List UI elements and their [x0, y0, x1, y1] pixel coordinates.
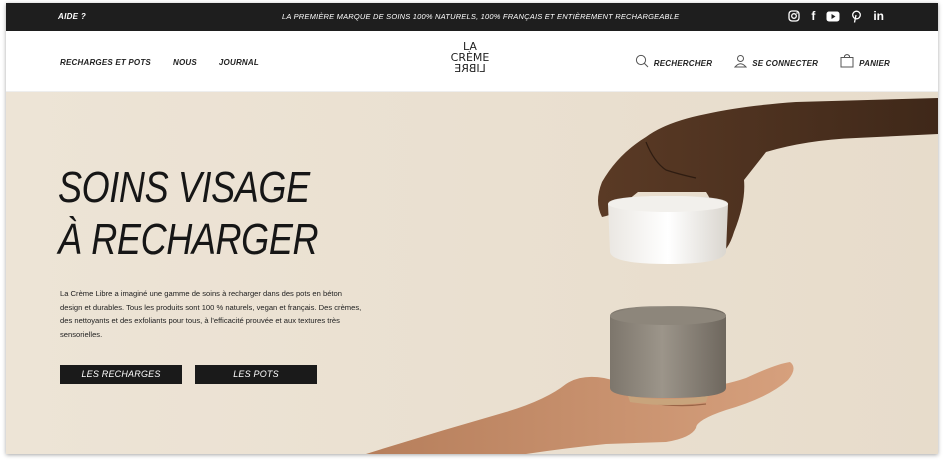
hero-title-line-1: SOINS VISAGE	[58, 163, 310, 212]
nav-journal[interactable]: JOURNAL	[219, 58, 259, 67]
nav-left: RECHARGES ET POTS NOUS JOURNAL	[60, 58, 259, 67]
instagram-icon[interactable]	[788, 8, 800, 24]
hero-title-line-2: À RECHARGER	[58, 215, 319, 264]
search-icon	[635, 54, 649, 73]
nav-recharges-et-pots[interactable]: RECHARGES ET POTS	[60, 58, 151, 67]
cart-label: PANIER	[859, 58, 890, 68]
hero-title: SOINS VISAGE À RECHARGER	[58, 162, 319, 266]
search-link[interactable]: RECHERCHER	[635, 54, 712, 73]
pots-button[interactable]: LES POTS	[195, 365, 317, 384]
announcement-bar: AIDE ? LA PREMIÈRE MARQUE DE SOINS 100% …	[6, 3, 938, 31]
help-link[interactable]: AIDE ?	[58, 12, 86, 21]
pinterest-icon[interactable]	[851, 8, 862, 24]
nav-right: RECHERCHER SE CONNECTER PANIER	[635, 53, 890, 73]
nav-nous[interactable]: NOUS	[173, 58, 197, 67]
hero-description: La Crème Libre a imaginé une gamme de so…	[60, 289, 362, 339]
tagline: LA PREMIÈRE MARQUE DE SOINS 100% NATUREL…	[282, 12, 680, 21]
logo-line-3: LIBRE	[454, 62, 486, 75]
facebook-icon[interactable]: f	[811, 8, 815, 24]
social-links: f in	[788, 8, 884, 24]
brand-logo[interactable]: LA CRÈME LIBRE	[448, 41, 492, 75]
login-link[interactable]: SE CONNECTER	[734, 54, 818, 73]
bag-icon	[840, 53, 854, 73]
browser-frame: AIDE ? LA PREMIÈRE MARQUE DE SOINS 100% …	[6, 3, 938, 454]
cart-link[interactable]: PANIER	[840, 53, 890, 73]
hero-banner: SOINS VISAGE À RECHARGER La Crème Libre …	[6, 92, 938, 454]
youtube-icon[interactable]	[826, 8, 840, 24]
user-icon	[734, 54, 748, 73]
login-label: SE CONNECTER	[752, 58, 819, 68]
main-nav: RECHARGES ET POTS NOUS JOURNAL LA CRÈME …	[6, 31, 938, 92]
search-label: RECHERCHER	[653, 58, 713, 68]
recharges-button[interactable]: LES RECHARGES	[60, 365, 182, 384]
hero-image	[6, 92, 938, 454]
linkedin-icon[interactable]: in	[873, 8, 884, 24]
